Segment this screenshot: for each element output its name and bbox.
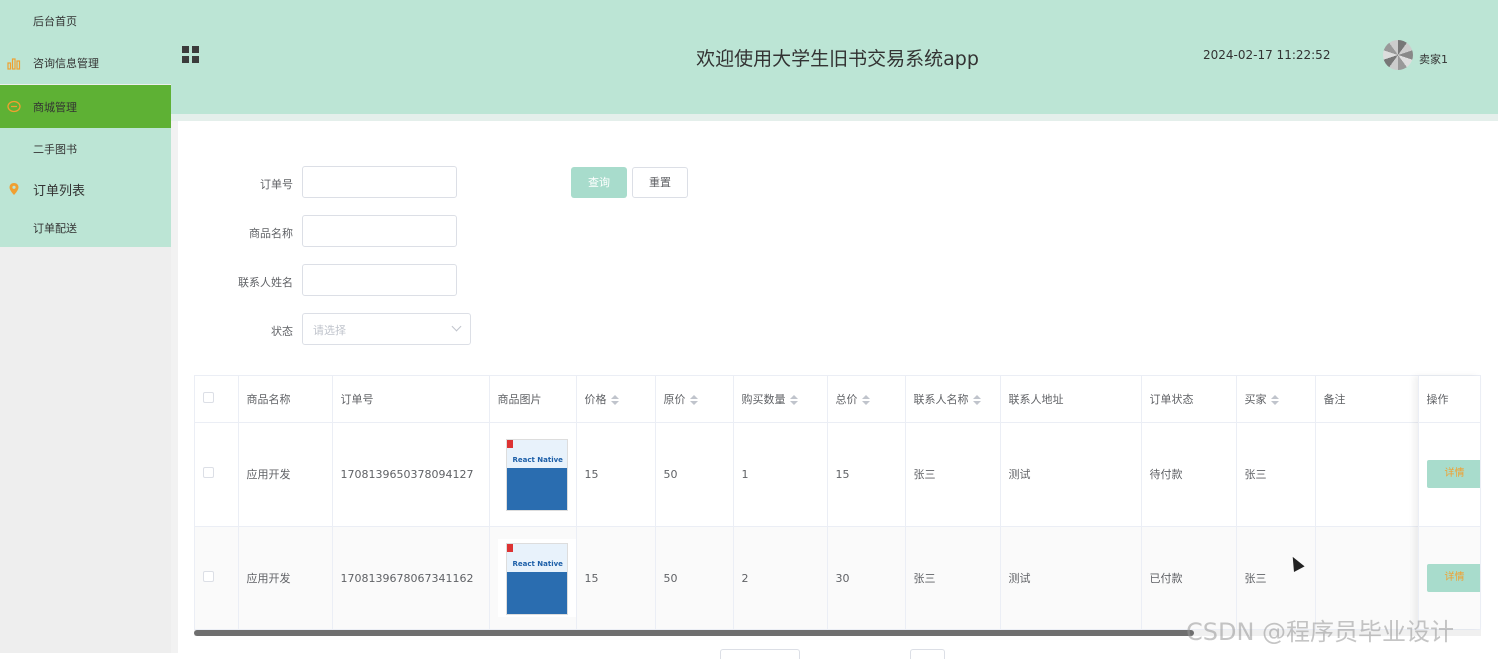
cell-price: 15 bbox=[576, 526, 656, 629]
cell-product-name: 应用开发 bbox=[238, 526, 333, 629]
product-image[interactable]: React Native bbox=[497, 539, 575, 617]
menu-grid-icon[interactable] bbox=[182, 46, 199, 63]
row-checkbox[interactable] bbox=[203, 467, 214, 478]
sidebar-item-label: 订单配送 bbox=[33, 221, 77, 235]
cell-buyer: 张三 bbox=[1236, 422, 1316, 527]
cell-remark bbox=[1315, 422, 1419, 527]
cell-quantity: 2 bbox=[733, 526, 828, 629]
reset-button[interactable]: 重置 bbox=[632, 167, 688, 198]
contact-name-input[interactable] bbox=[302, 264, 457, 296]
pagination-jumper[interactable] bbox=[910, 649, 945, 659]
cell-order-no: 1708139650378094127 bbox=[332, 422, 490, 527]
cell-image: React Native bbox=[489, 526, 577, 629]
column-header: 商品图片 bbox=[489, 376, 577, 423]
sidebar-item-label: 订单列表 bbox=[33, 183, 86, 199]
cell-image: React Native bbox=[489, 422, 577, 527]
chevron-down-icon bbox=[451, 321, 462, 332]
header-datetime: 2024-02-17 11:22:52 bbox=[1203, 48, 1331, 62]
header-select-all[interactable] bbox=[195, 376, 239, 423]
pagination-sizes[interactable] bbox=[720, 649, 800, 659]
cell-total: 15 bbox=[827, 422, 906, 527]
cell-order-no: 1708139678067341162 bbox=[332, 526, 490, 629]
column-header: 订单状态 bbox=[1141, 376, 1237, 423]
cell-contact-name: 张三 bbox=[905, 422, 1001, 527]
detail-button[interactable]: 详情 bbox=[1426, 564, 1480, 592]
cell-original-price: 50 bbox=[655, 422, 734, 527]
cell-total: 30 bbox=[827, 526, 906, 629]
cell-action: 详情 bbox=[1418, 422, 1480, 527]
column-header: 商品名称 bbox=[238, 376, 333, 423]
sidebar-item-home[interactable]: 后台首页 bbox=[0, 0, 171, 42]
column-header-sortable[interactable]: 价格 bbox=[576, 376, 656, 423]
sort-icon[interactable] bbox=[789, 394, 798, 405]
column-header-sortable[interactable]: 买家 bbox=[1236, 376, 1316, 423]
sidebar-item-mall[interactable]: 商城管理 bbox=[0, 85, 171, 128]
column-header-sortable[interactable]: 总价 bbox=[827, 376, 906, 423]
sort-icon[interactable] bbox=[861, 394, 870, 405]
location-pin-icon bbox=[9, 183, 19, 195]
row-checkbox[interactable] bbox=[203, 571, 214, 582]
sidebar-item-label: 二手图书 bbox=[33, 143, 77, 156]
order-no-input[interactable] bbox=[302, 166, 457, 198]
product-name-label: 商品名称 bbox=[249, 227, 293, 240]
sidebar-item-consult-info[interactable]: 咨询信息管理 bbox=[0, 42, 171, 84]
sort-icon[interactable] bbox=[1270, 394, 1279, 405]
sidebar-item-label: 商城管理 bbox=[33, 100, 77, 114]
cell-contact-address: 测试 bbox=[1000, 526, 1142, 629]
cell-product-name: 应用开发 bbox=[238, 422, 333, 527]
order-table: 商品名称 订单号 商品图片 价格 原价 购买数量 总价 联系人名称 联系人地址 … bbox=[194, 375, 1481, 630]
select-all-checkbox[interactable] bbox=[203, 391, 214, 403]
column-header-sortable[interactable]: 原价 bbox=[655, 376, 734, 423]
column-header-sortable[interactable]: 购买数量 bbox=[733, 376, 828, 423]
sidebar-item-order-list[interactable]: 订单列表 bbox=[0, 168, 171, 210]
contact-name-label: 联系人姓名 bbox=[238, 276, 293, 289]
sort-icon[interactable] bbox=[972, 394, 981, 405]
sidebar: 后台首页 咨询信息管理 商城管理 二手图书 订单列表 订单配送 bbox=[0, 0, 171, 653]
sidebar-item-label: 咨询信息管理 bbox=[33, 57, 99, 70]
sidebar-item-order-delivery[interactable]: 订单配送 bbox=[0, 208, 171, 247]
column-header-sortable[interactable]: 联系人名称 bbox=[905, 376, 1001, 423]
cell-contact-address: 测试 bbox=[1000, 422, 1142, 527]
column-header: 备注 bbox=[1315, 376, 1419, 423]
watermark: CSDN @程序员毕业设计 bbox=[1186, 618, 1455, 646]
header-username[interactable]: 卖家1 bbox=[1419, 51, 1448, 67]
table-row: 应用开发 1708139650378094127 React Native 15… bbox=[195, 422, 1480, 527]
product-name-input[interactable] bbox=[302, 215, 457, 247]
chat-bubble-icon bbox=[7, 100, 21, 112]
column-header: 订单号 bbox=[332, 376, 490, 423]
scrollbar-thumb[interactable] bbox=[194, 630, 1194, 636]
cell-status: 待付款 bbox=[1141, 422, 1237, 527]
query-button[interactable]: 查询 bbox=[571, 167, 627, 198]
column-header: 联系人地址 bbox=[1000, 376, 1142, 423]
sort-icon[interactable] bbox=[689, 394, 698, 405]
book-cover-title: React Native bbox=[512, 456, 563, 464]
book-cover-title: React Native bbox=[512, 560, 563, 568]
cell-quantity: 1 bbox=[733, 422, 828, 527]
sidebar-item-used-books[interactable]: 二手图书 bbox=[0, 128, 171, 170]
status-label: 状态 bbox=[271, 325, 293, 338]
bar-chart-icon bbox=[7, 58, 21, 70]
product-image[interactable]: React Native bbox=[497, 435, 575, 513]
status-select-placeholder: 请选择 bbox=[313, 324, 346, 337]
order-no-label: 订单号 bbox=[260, 178, 293, 191]
cell-price: 15 bbox=[576, 422, 656, 527]
avatar[interactable] bbox=[1383, 40, 1413, 70]
detail-button[interactable]: 详情 bbox=[1426, 460, 1480, 488]
column-header: 操作 bbox=[1418, 376, 1480, 423]
header-divider bbox=[171, 114, 1498, 121]
status-select[interactable]: 请选择 bbox=[302, 313, 471, 345]
sidebar-item-label: 后台首页 bbox=[33, 15, 77, 28]
cell-contact-name: 张三 bbox=[905, 526, 1001, 629]
page-title: 欢迎使用大学生旧书交易系统app bbox=[696, 48, 979, 70]
sort-icon[interactable] bbox=[610, 394, 619, 405]
cell-original-price: 50 bbox=[655, 526, 734, 629]
